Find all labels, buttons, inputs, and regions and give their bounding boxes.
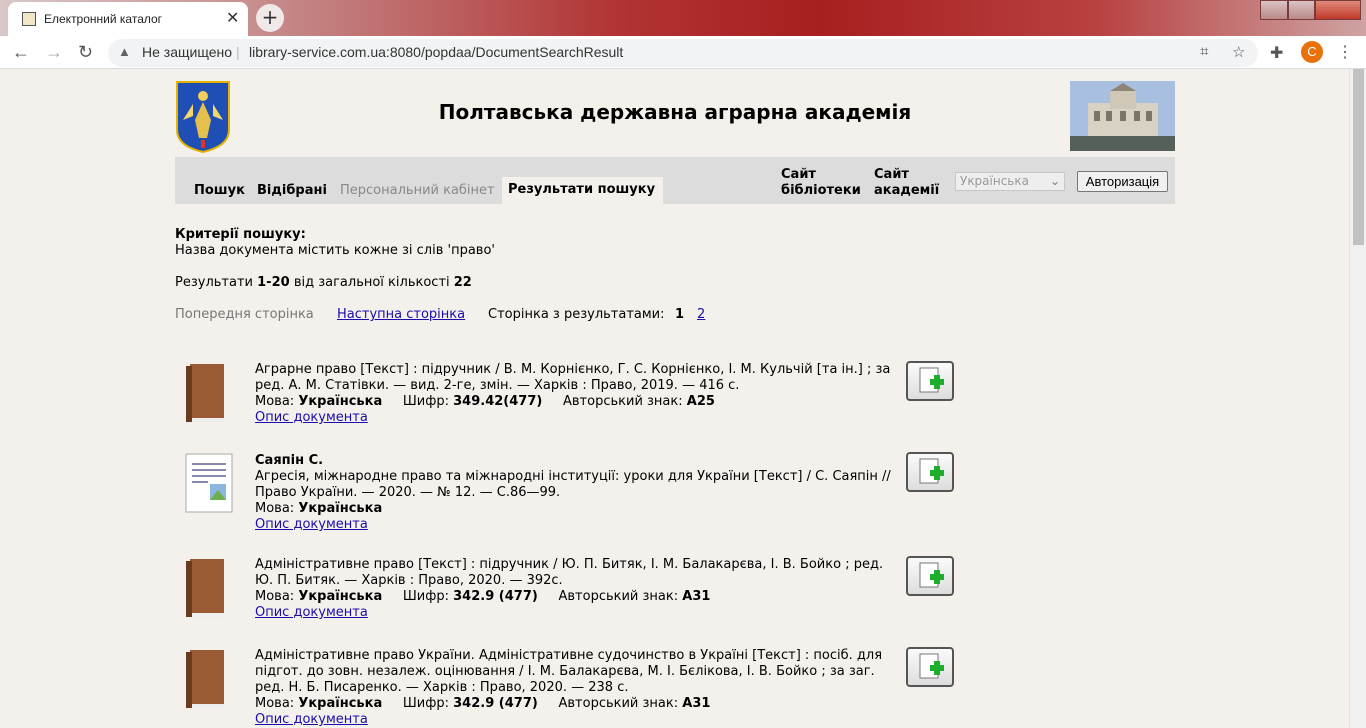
describe-document-link[interactable]: Опис документа — [255, 410, 895, 426]
library-site-link[interactable]: Сайт бібліотеки — [781, 167, 861, 199]
close-tab-icon[interactable]: ✕ — [226, 8, 239, 28]
page-2-link[interactable]: 2 — [697, 307, 705, 322]
record-description: Адміністративне право України. Адміністр… — [255, 648, 883, 695]
record-meta: Мова: Українська Шифр: 342.9 (477) Автор… — [255, 696, 711, 711]
tab-title: Електронний каталог — [44, 12, 163, 26]
building-photo — [1070, 81, 1175, 151]
address-bar-row: ← → ↻ ▲ Не защищено | library-service.co… — [0, 36, 1366, 69]
extensions-icon[interactable]: ✚ — [1270, 43, 1283, 63]
menu-selected[interactable]: Відібрані — [257, 183, 327, 198]
academy-site-link[interactable]: Сайт академії — [874, 167, 939, 199]
record-2: Саяпін С. Агресія, міжнародне право та м… — [255, 453, 895, 533]
record-3: Адміністративне право [Текст] : підручни… — [255, 557, 895, 621]
new-tab-button[interactable]: + — [256, 4, 284, 32]
menu-search-results[interactable]: Результати пошуку — [502, 177, 663, 204]
record-4: Адміністративне право України. Адміністр… — [255, 648, 895, 728]
add-document-icon — [919, 458, 944, 484]
translate-icon[interactable]: ⌗ — [1200, 43, 1208, 60]
record-description: Агресія, міжнародне право та міжнародні … — [255, 469, 891, 500]
record-meta: Мова: Українська Шифр: 342.9 (477) Автор… — [255, 589, 711, 604]
favicon-icon — [22, 12, 36, 26]
main-menu: Пошук Відібрані Персональний кабінет Рез… — [175, 157, 1175, 204]
page-title: Полтавська державна аграрна академія — [438, 100, 912, 124]
add-document-icon — [919, 653, 944, 679]
menu-personal-cabinet[interactable]: Персональний кабінет — [340, 183, 495, 198]
prev-page: Попередня сторінка — [175, 307, 314, 322]
omnibox[interactable]: ▲ Не защищено | library-service.com.ua:8… — [108, 39, 1258, 67]
forward-icon[interactable]: → — [45, 42, 63, 63]
next-page-link[interactable]: Наступна сторінка — [337, 307, 465, 322]
add-to-selected-button[interactable] — [906, 452, 954, 492]
record-description: Адміністративне право [Текст] : підручни… — [255, 557, 884, 588]
record-meta: Мова: Українська — [255, 501, 383, 516]
add-to-selected-button[interactable] — [906, 361, 954, 401]
describe-document-link[interactable]: Опис документа — [255, 517, 895, 533]
language-select[interactable]: Українська ⌄ — [955, 172, 1065, 191]
current-page: 1 — [675, 307, 685, 322]
record-author: Саяпін С. — [255, 453, 324, 468]
warning-icon: ▲ — [118, 44, 131, 59]
auth-button[interactable]: Авторизація — [1077, 171, 1168, 192]
book-icon — [186, 559, 224, 617]
scrollbar-thumb[interactable] — [1353, 69, 1364, 245]
add-to-selected-button[interactable] — [906, 647, 954, 687]
maximize-button[interactable] — [1288, 0, 1315, 20]
reload-icon[interactable]: ↻ — [78, 42, 93, 63]
book-icon — [186, 364, 224, 422]
add-document-icon — [919, 367, 944, 393]
menu-kebab-icon[interactable]: ⋮ — [1337, 42, 1353, 62]
pager-label: Сторінка з результатами: — [488, 307, 665, 322]
site-header: Полтавська державна аграрна академія — [175, 80, 1175, 154]
browser-tab[interactable]: Електронний каталог ✕ — [8, 2, 248, 36]
record-1: Аграрне право [Текст] : підручник / В. М… — [255, 362, 895, 426]
book-icon — [186, 650, 224, 708]
criteria-heading: Критерії пошуку: — [175, 227, 306, 242]
menu-search[interactable]: Пошук — [194, 183, 245, 198]
browser-tab-strip: Електронний каталог ✕ + — [0, 0, 1366, 36]
criteria-text: Назва документа містить кожне зі слів 'п… — [175, 243, 495, 258]
url-text: library-service.com.ua:8080/popdaa/Docum… — [249, 44, 624, 60]
add-document-icon — [919, 562, 944, 588]
minimize-button[interactable] — [1260, 0, 1288, 20]
profile-avatar[interactable]: C — [1301, 41, 1323, 63]
close-window-button[interactable] — [1315, 0, 1361, 20]
bookmark-star-icon[interactable]: ☆ — [1232, 43, 1245, 61]
describe-document-link[interactable]: Опис документа — [255, 712, 895, 728]
record-meta: Мова: Українська Шифр: 349.42(477) Автор… — [255, 394, 715, 409]
security-label: Не защищено — [142, 44, 232, 60]
describe-document-link[interactable]: Опис документа — [255, 605, 895, 621]
chevron-down-icon: ⌄ — [1049, 174, 1060, 188]
article-icon — [185, 453, 233, 513]
add-to-selected-button[interactable] — [906, 556, 954, 596]
back-icon[interactable]: ← — [12, 42, 30, 63]
record-description: Аграрне право [Текст] : підручник / В. М… — [255, 362, 891, 393]
results-summary: Результати 1-20 від загальної кількості … — [175, 275, 472, 290]
page-scrollbar[interactable] — [1349, 69, 1366, 728]
